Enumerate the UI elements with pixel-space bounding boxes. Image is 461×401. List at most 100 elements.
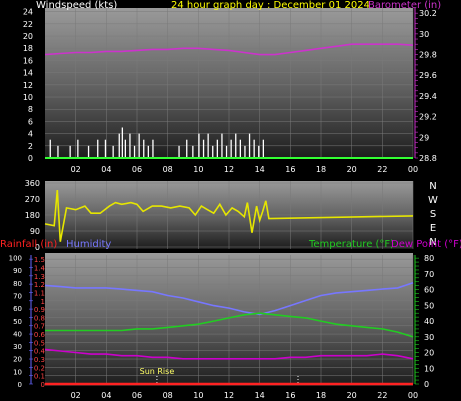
temperature-legend-label: Temperature (°F) xyxy=(308,239,394,250)
hour-tick-label: 08 xyxy=(163,391,173,400)
rainfall-tick-label: 1.3 xyxy=(34,273,45,281)
rainfall-tick-label: 0 xyxy=(41,381,45,389)
dew-point-legend-label: Dew Point (°F) xyxy=(391,239,461,250)
wind-speed-bar xyxy=(97,139,99,158)
barometer-tick-label: 29.2 xyxy=(419,113,437,122)
wind-speed-bar xyxy=(212,145,214,158)
rainfall-tick-label: 1.1 xyxy=(34,289,45,297)
humidity-tick-label: 100 xyxy=(9,255,22,263)
wind-speed-bar xyxy=(216,139,218,158)
barometer-axis: 28.82929.229.429.629.83030.2 xyxy=(414,8,437,163)
wind-speed-bar xyxy=(253,139,255,158)
hour-tick-label: 00 xyxy=(408,165,418,174)
rainfall-tick-label: 1 xyxy=(41,298,45,306)
temperature-tick-label: 70 xyxy=(424,270,434,279)
windspeed-tick-label: 14 xyxy=(23,69,33,78)
wind-speed-bar xyxy=(202,139,205,158)
barometer-tick-label: 29.8 xyxy=(419,51,437,60)
wind-speed-bar xyxy=(121,127,123,158)
wind-speed-bar xyxy=(104,139,107,158)
barometer-tick-label: 29.4 xyxy=(419,92,437,101)
wind-barometer-panel: 024681012141618202224 28.82929.229.429.6… xyxy=(23,0,441,174)
rainfall-tick-label: 1.2 xyxy=(34,281,45,289)
wind-speed-bar xyxy=(230,139,232,158)
compass-label: E xyxy=(430,223,436,234)
wind-speed-bar xyxy=(178,145,180,158)
wind-speed-bar xyxy=(129,133,131,158)
rainfall-tick-label: 0.9 xyxy=(34,306,45,314)
direction-tick-label: 90 xyxy=(30,227,40,236)
rainfall-tick-label: 0.4 xyxy=(34,348,46,356)
windspeed-tick-label: 18 xyxy=(23,44,33,53)
humidity-tick-label: 40 xyxy=(13,330,22,338)
barometer-tick-label: 29 xyxy=(419,133,429,142)
temperature-tick-label: 50 xyxy=(424,301,434,310)
humidity-tick-label: 30 xyxy=(13,343,22,351)
humidity-tick-label: 70 xyxy=(13,292,22,300)
windspeed-axis: 024681012141618202224 xyxy=(23,8,33,163)
hour-tick-label: 20 xyxy=(347,391,357,400)
rainfall-tick-label: 1.4 xyxy=(34,264,46,272)
wind-speed-bar xyxy=(239,139,241,158)
humidity-tick-label: 90 xyxy=(13,267,22,275)
rainfall-axis: 00.10.20.30.40.50.60.70.80.911.11.21.31.… xyxy=(29,255,46,389)
windspeed-tick-label: 0 xyxy=(28,154,33,163)
hour-tick-label: 04 xyxy=(101,165,111,174)
rainfall-tick-label: 0.5 xyxy=(34,339,45,347)
rainfall-tick-label: 0.8 xyxy=(34,314,45,322)
humidity-tick-label: 10 xyxy=(13,368,22,376)
wind-speed-bar xyxy=(49,139,51,158)
temperature-tick-label: 0 xyxy=(424,380,429,389)
hour-tick-label: 16 xyxy=(285,391,295,400)
wind-speed-bar xyxy=(77,139,79,158)
compass-label: N xyxy=(429,181,436,192)
rainfall-tick-label: 0.7 xyxy=(34,323,45,331)
hour-tick-label: 10 xyxy=(193,165,203,174)
hour-tick-label: 16 xyxy=(285,165,295,174)
rainfall-tick-label: 0.3 xyxy=(34,356,45,364)
compass-label: W xyxy=(428,195,438,206)
wind-panel-hour-axis: 02 04 06 08 10 12 14 16 18 20 22 00 xyxy=(71,165,419,174)
humidity-legend-label: Humidity xyxy=(66,239,111,250)
windspeed-tick-label: 22 xyxy=(23,20,33,29)
barometer-tick-label: 30 xyxy=(419,30,429,39)
wind-speed-bar xyxy=(138,133,140,158)
hour-tick-label: 18 xyxy=(316,165,326,174)
hour-tick-label: 06 xyxy=(132,165,142,174)
hour-tick-label: 04 xyxy=(101,391,111,400)
barometer-tick-label: 28.8 xyxy=(419,154,437,163)
wind-speed-bar xyxy=(124,139,126,158)
wind-speed-bar xyxy=(262,139,264,158)
hour-tick-label: 02 xyxy=(71,165,81,174)
wind-speed-bar xyxy=(258,145,260,158)
barometer-tick-label: 29.6 xyxy=(419,71,437,80)
humidity-panel-hour-axis: 02 04 06 08 10 12 14 16 18 20 22 00 xyxy=(71,391,419,400)
direction-tick-label: 360 xyxy=(25,179,40,188)
temperature-tick-label: 60 xyxy=(424,286,434,295)
temperature-tick-label: 30 xyxy=(424,333,434,342)
wind-speed-bar xyxy=(118,133,120,158)
wind-speed-bar xyxy=(207,133,209,158)
wind-speed-bar xyxy=(112,145,114,158)
windspeed-tick-label: 16 xyxy=(23,56,33,65)
direction-tick-label: 270 xyxy=(25,195,40,204)
barometer-axis-title: Barometer (in) xyxy=(368,0,441,11)
humidity-tick-label: 80 xyxy=(13,280,22,288)
hour-tick-label: 14 xyxy=(255,165,265,174)
hour-tick-label: 22 xyxy=(377,391,387,400)
humidity-axis: 0 10 20 30 40 50 60 70 80 90 100 xyxy=(9,255,22,389)
wind-speed-bar xyxy=(87,145,90,158)
humidity-tick-label: 50 xyxy=(13,318,22,326)
windspeed-tick-label: 20 xyxy=(23,32,33,41)
hour-tick-label: 12 xyxy=(224,165,234,174)
humidity-tick-label: 20 xyxy=(13,356,22,364)
rainfall-legend-label: Rainfall (in) xyxy=(0,239,57,250)
windspeed-tick-label: 24 xyxy=(23,8,33,17)
windspeed-tick-label: 10 xyxy=(23,93,33,102)
hour-tick-label: 06 xyxy=(132,391,142,400)
wind-speed-bar xyxy=(186,139,188,158)
direction-tick-label: 180 xyxy=(25,211,40,220)
windspeed-tick-label: 8 xyxy=(28,105,33,114)
humidity-temperature-panel: Sun Rise 0102030405060708090100 00.10.20… xyxy=(0,239,461,400)
wind-speed-bar xyxy=(198,133,200,158)
